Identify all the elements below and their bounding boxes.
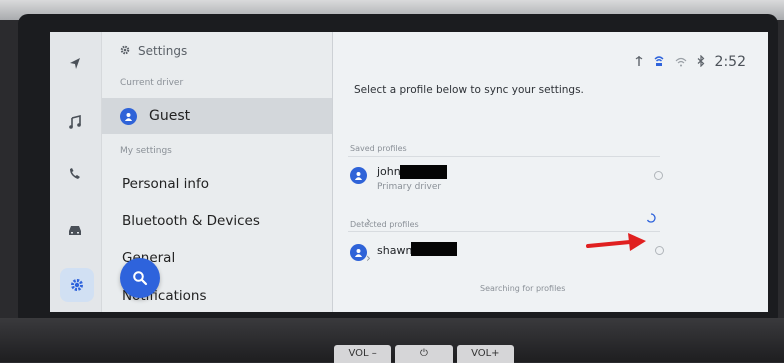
saved-profiles-label: Saved profiles: [350, 144, 407, 153]
page-title: Settings: [138, 44, 188, 58]
status-bar: 2:52: [635, 52, 746, 71]
phone-signal-icon: [635, 52, 643, 71]
profile-name: shawn: [377, 244, 413, 257]
redaction-bar: [411, 242, 457, 256]
detected-profiles-label: Detected profiles: [350, 220, 419, 229]
gear-icon: [120, 44, 130, 58]
panel-divider: [332, 32, 333, 312]
settings-gear-icon[interactable]: [60, 268, 94, 302]
navigation-icon[interactable]: [63, 52, 87, 76]
profile-radio[interactable]: [655, 246, 664, 255]
loading-spinner-icon: [646, 213, 656, 223]
red-arrow-annotation-icon: [586, 233, 646, 251]
profile-radio[interactable]: [654, 171, 663, 180]
app-rail: [50, 32, 102, 312]
menu-item-personal-info[interactable]: Personal info: [122, 176, 209, 192]
current-driver-name: Guest: [149, 108, 191, 124]
bluetooth-icon: [697, 52, 705, 71]
user-avatar-icon: [120, 107, 137, 125]
phone-icon[interactable]: [63, 162, 87, 186]
settings-header: Settings: [120, 44, 187, 58]
current-driver-label: Current driver: [120, 78, 184, 88]
volume-up-button[interactable]: VOL+: [456, 345, 514, 363]
hardware-controls: VOL – ⏻ VOL+: [334, 345, 514, 363]
search-icon: [133, 271, 148, 286]
music-icon[interactable]: [63, 110, 87, 134]
infotainment-screen: Settings Current driver Guest My setting…: [50, 32, 768, 312]
car-icon[interactable]: [63, 218, 87, 242]
profile-subtitle: Primary driver: [377, 182, 442, 192]
searching-status: Searching for profiles: [480, 284, 566, 293]
connected-service-icon: [653, 52, 665, 71]
clock: 2:52: [714, 53, 746, 70]
sync-prompt: Select a profile below to sync your sett…: [354, 84, 584, 96]
power-button[interactable]: ⏻: [395, 345, 453, 363]
user-avatar-icon: [350, 244, 367, 261]
divider: [348, 156, 660, 157]
volume-down-button[interactable]: VOL –: [334, 345, 392, 363]
search-button[interactable]: [120, 258, 160, 298]
profile-name: john: [377, 165, 401, 178]
current-driver-row[interactable]: Guest: [102, 98, 332, 134]
menu-item-bluetooth-devices[interactable]: Bluetooth & Devices: [122, 213, 260, 229]
redaction-bar: [400, 165, 447, 179]
user-avatar-icon: [350, 167, 367, 184]
my-settings-label: My settings: [120, 146, 172, 156]
wifi-icon: [675, 52, 687, 71]
